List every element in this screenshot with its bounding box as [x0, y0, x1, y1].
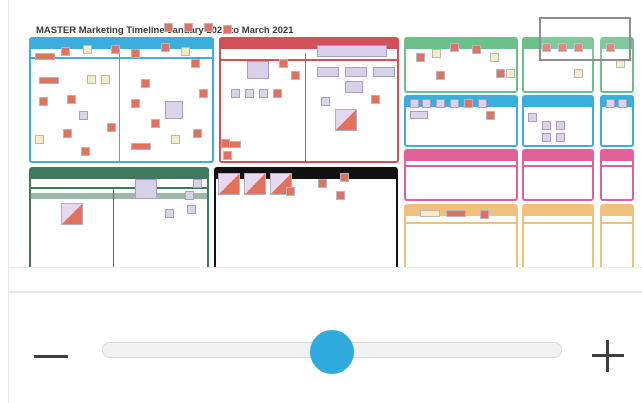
- sticky-note: [184, 23, 193, 32]
- sticky-note: [204, 23, 213, 32]
- frame-pink-3[interactable]: [600, 149, 634, 201]
- frame-black[interactable]: [214, 167, 398, 267]
- frame-green-light[interactable]: [404, 37, 518, 93]
- frame-blue-right-3[interactable]: [600, 95, 634, 147]
- frame-blue-right[interactable]: [404, 95, 518, 147]
- frame-header: [524, 151, 592, 161]
- zoom-slider-thumb[interactable]: [310, 330, 354, 374]
- frame-pink[interactable]: [404, 149, 518, 201]
- frame-header: [524, 97, 592, 107]
- board-minimap[interactable]: MASTER Marketing Timeline January 2021 t…: [9, 9, 642, 267]
- sticky-note: [221, 139, 230, 148]
- frame-pink-2[interactable]: [522, 149, 594, 201]
- frame-header: [406, 39, 516, 49]
- frame-blue-left[interactable]: [29, 37, 214, 163]
- frame-header: [602, 151, 632, 161]
- minimap-divider: [9, 267, 642, 268]
- viewport-indicator[interactable]: [539, 17, 631, 61]
- frame-header: [31, 169, 207, 179]
- frame-orange[interactable]: [404, 204, 518, 267]
- frame-header: [216, 169, 396, 179]
- zoom-in-button[interactable]: [586, 334, 630, 378]
- sticky-note: [164, 23, 173, 32]
- frame-blue-right-2[interactable]: [522, 95, 594, 147]
- frame-orange-2[interactable]: [522, 204, 594, 267]
- frame-header: [524, 206, 592, 216]
- zoom-out-button[interactable]: [28, 336, 74, 376]
- frame-header: [602, 206, 632, 216]
- frame-green-dark[interactable]: [29, 167, 209, 267]
- frame-header: [406, 151, 516, 161]
- sticky-note: [223, 25, 232, 34]
- frame-red[interactable]: [219, 37, 399, 163]
- minus-icon: [34, 354, 68, 358]
- frame-orange-3[interactable]: [600, 204, 634, 267]
- sticky-note: [223, 151, 232, 160]
